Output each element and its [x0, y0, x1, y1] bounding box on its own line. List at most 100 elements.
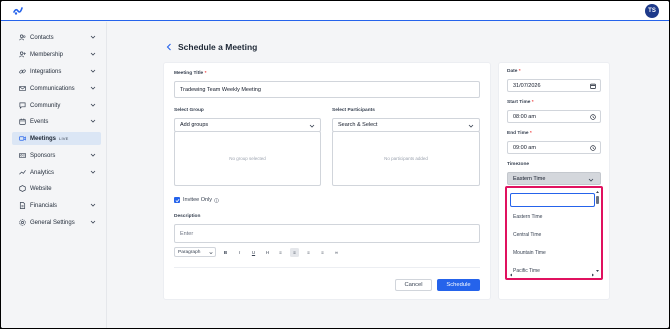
- chevron-down-icon: [90, 220, 96, 224]
- dropdown-scrollbar[interactable]: [595, 190, 600, 276]
- scrollbar-thumb[interactable]: [596, 196, 599, 204]
- chat-icon: [18, 102, 26, 110]
- cancel-button[interactable]: Cancel: [395, 279, 432, 291]
- sidebar-item-general-settings[interactable]: General Settings: [12, 216, 101, 229]
- chevron-down-icon: [588, 178, 594, 182]
- sidebar-item-integrations[interactable]: Integrations: [12, 65, 101, 78]
- timezone-search-input[interactable]: [510, 193, 595, 207]
- meeting-title-label: Meeting Title *: [174, 71, 207, 76]
- align-right-button[interactable]: ≡: [318, 248, 327, 257]
- chevron-down-icon: [90, 103, 96, 107]
- divider: [174, 267, 480, 268]
- clock-icon[interactable]: [590, 145, 596, 151]
- chevron-down-icon: [90, 153, 96, 157]
- list-button[interactable]: ≡: [276, 248, 285, 257]
- chevron-down-icon: [209, 251, 213, 254]
- gear-icon: [18, 219, 26, 227]
- chevron-down-icon: [90, 52, 96, 56]
- timezone-option[interactable]: Central Time: [513, 232, 541, 238]
- brand-logo-icon[interactable]: [13, 6, 23, 16]
- check-icon: [175, 198, 179, 202]
- info-icon[interactable]: [214, 197, 219, 203]
- link-button[interactable]: ∞: [332, 248, 341, 257]
- timezone-label: Timezone: [507, 162, 530, 167]
- scroll-left-arrow-icon[interactable]: [509, 273, 513, 277]
- chevron-down-icon: [90, 86, 96, 90]
- sidebar-item-analytics[interactable]: Analytics: [12, 166, 101, 179]
- sidebar-item-label: Website: [30, 185, 52, 192]
- id-card-icon: [18, 152, 26, 160]
- description-label: Description: [174, 214, 201, 219]
- sidebar-item-label: Membership: [30, 51, 64, 58]
- sidebar-item-label: Events: [30, 118, 49, 125]
- sidebar-item-label: General Settings: [30, 219, 75, 226]
- user-plus-icon: [18, 51, 26, 59]
- calendar-icon[interactable]: [590, 83, 596, 89]
- sidebar-item-membership[interactable]: Membership: [12, 48, 101, 61]
- page-title: Schedule a Meeting: [178, 42, 258, 52]
- app-window: TS Contacts Membership Integrations Comm…: [1, 1, 669, 328]
- scroll-right-arrow-icon[interactable]: [591, 273, 595, 277]
- sidebar-item-communications[interactable]: Communications: [12, 82, 101, 95]
- sidebar-item-label: Community: [30, 102, 61, 109]
- description-input[interactable]: Enter: [174, 224, 480, 243]
- date-label: Date *: [507, 69, 521, 74]
- calendar-icon: [18, 118, 26, 126]
- sidebar-item-meetings[interactable]: Meetings LIVE: [12, 132, 101, 145]
- users-icon: [18, 34, 26, 42]
- select-group-dropdown[interactable]: Add groups: [174, 118, 321, 132]
- scroll-up-arrow-icon[interactable]: [595, 190, 600, 194]
- live-badge: LIVE: [59, 136, 69, 141]
- select-group-label: Select Group: [174, 108, 204, 113]
- meeting-title-input[interactable]: Tradewing Team Weekly Meeting: [174, 81, 480, 98]
- italic-button[interactable]: I: [235, 248, 244, 257]
- schedule-button[interactable]: Schedule: [437, 279, 480, 291]
- start-time-input[interactable]: 08:00 am: [507, 110, 601, 123]
- sidebar: Contacts Membership Integrations Communi…: [1, 22, 107, 328]
- back-arrow-icon[interactable]: [165, 43, 173, 51]
- top-bar: TS: [1, 1, 669, 21]
- timezone-option[interactable]: Eastern Time: [513, 214, 542, 220]
- no-group-message: No group selected: [229, 156, 266, 161]
- sidebar-item-website[interactable]: Website: [12, 182, 101, 195]
- sidebar-item-label: Meetings: [30, 135, 57, 142]
- sidebar-item-label: Financials: [30, 202, 58, 209]
- timezone-option[interactable]: Pacific Time: [513, 268, 540, 274]
- heading-button[interactable]: H: [263, 248, 272, 257]
- timezone-dropdown-list: Eastern Time Central Time Mountain Time …: [505, 186, 603, 280]
- group-list-box: No group selected: [174, 131, 321, 186]
- paragraph-style-select[interactable]: Paragraph: [174, 247, 216, 257]
- participants-search-dropdown[interactable]: Search & Select: [332, 118, 480, 132]
- link-icon: [18, 68, 26, 76]
- sidebar-item-community[interactable]: Community: [12, 99, 101, 112]
- timezone-select[interactable]: Eastern Time: [507, 172, 601, 185]
- analytics-icon: [18, 169, 26, 177]
- sidebar-item-label: Contacts: [30, 34, 54, 41]
- invitee-only-checkbox[interactable]: [174, 197, 180, 203]
- date-input[interactable]: 31/07/2026: [507, 79, 601, 92]
- sidebar-item-events[interactable]: Events: [12, 115, 101, 128]
- sidebar-item-sponsors[interactable]: Sponsors: [12, 149, 101, 162]
- align-left-button[interactable]: ≡: [290, 248, 299, 257]
- clock-icon[interactable]: [590, 114, 596, 120]
- sidebar-item-label: Analytics: [30, 169, 55, 176]
- underline-button[interactable]: U: [249, 248, 258, 257]
- sidebar-item-financials[interactable]: Financials: [12, 199, 101, 212]
- chevron-down-icon: [90, 170, 96, 174]
- sidebar-item-contacts[interactable]: Contacts: [12, 31, 101, 44]
- scroll-down-arrow-icon[interactable]: [595, 269, 600, 273]
- chevron-down-icon: [90, 69, 96, 73]
- start-time-label: Start Time *: [507, 100, 534, 105]
- align-center-button[interactable]: ≡: [304, 248, 313, 257]
- bold-button[interactable]: B: [221, 248, 230, 257]
- mail-icon: [18, 85, 26, 93]
- end-time-input[interactable]: 09:00 am: [507, 141, 601, 154]
- user-avatar[interactable]: TS: [645, 4, 659, 18]
- chevron-down-icon: [90, 35, 96, 39]
- globe-icon: [18, 185, 26, 193]
- no-participants-message: No participants added: [384, 156, 428, 161]
- end-time-label: End Time *: [507, 131, 532, 136]
- chevron-down-icon: [90, 203, 96, 207]
- timezone-option[interactable]: Mountain Time: [513, 250, 546, 256]
- participants-list-box: No participants added: [332, 131, 480, 186]
